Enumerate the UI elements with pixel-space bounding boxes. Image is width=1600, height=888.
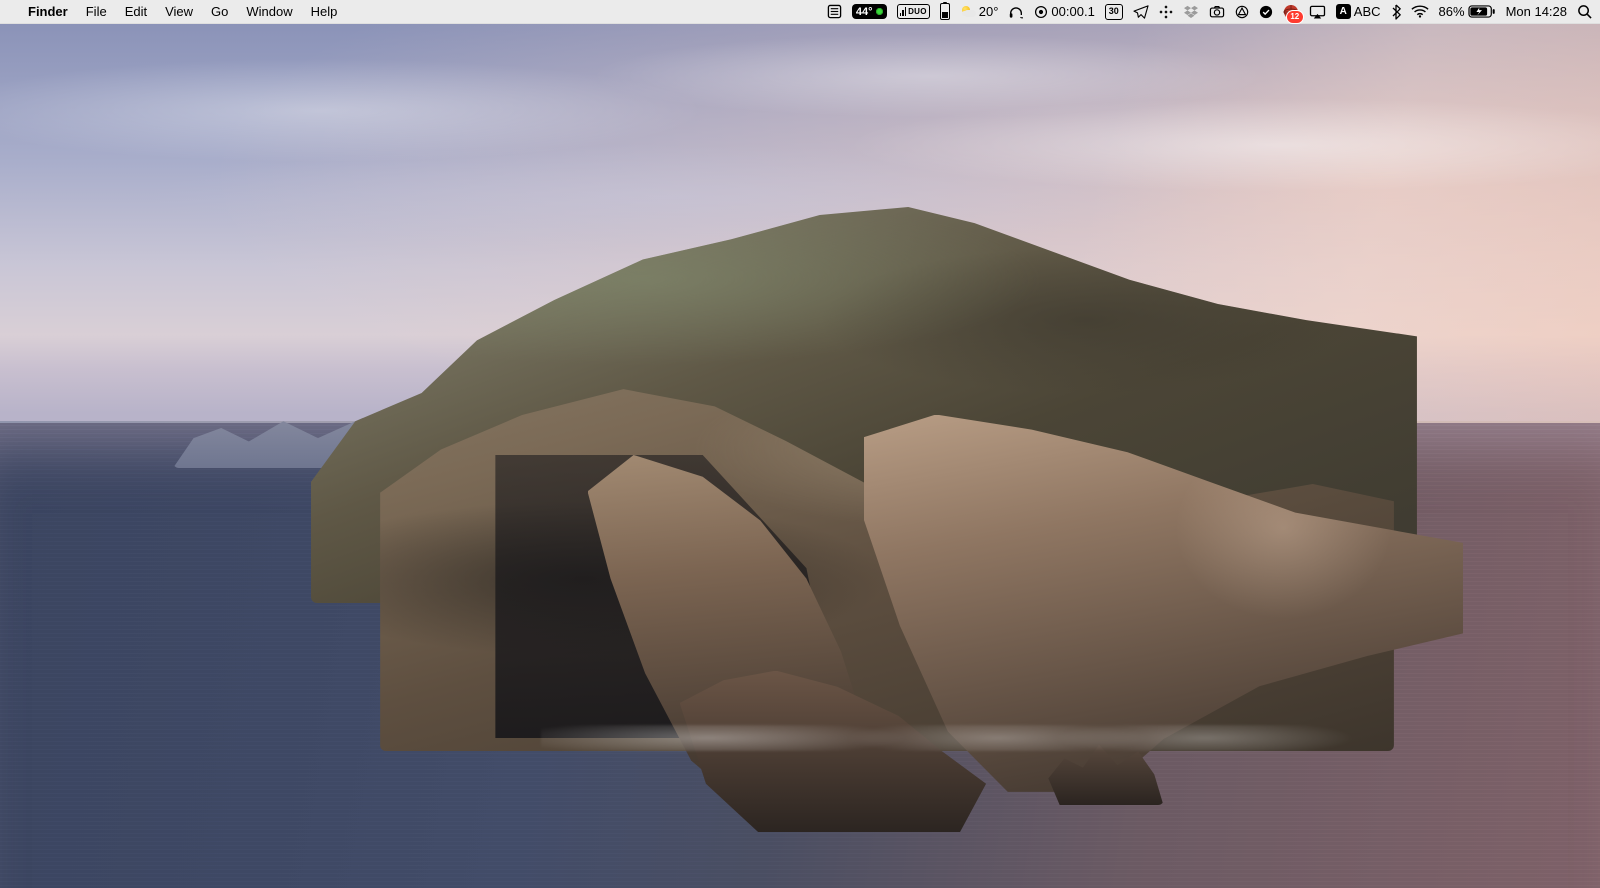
check-circle-icon xyxy=(1259,5,1273,19)
timer-value: 00:00.1 xyxy=(1051,0,1094,24)
menubar: Finder File Edit View Go Window Help 44°… xyxy=(0,0,1600,24)
calendar-menu[interactable]: 30 xyxy=(1105,4,1123,20)
menu-help[interactable]: Help xyxy=(302,0,347,24)
airplay-icon xyxy=(1309,5,1326,19)
phone-battery-menu[interactable] xyxy=(940,3,950,20)
bluetooth-icon xyxy=(1391,4,1401,20)
record-icon xyxy=(1034,5,1048,19)
notification-badge: 12 xyxy=(1287,11,1303,23)
headphones-icon xyxy=(1008,4,1024,19)
duo-label: DUO xyxy=(908,0,927,24)
cpu-temp-value: 44° xyxy=(856,0,873,24)
battery-charging-icon xyxy=(1468,5,1496,18)
dropbox-icon xyxy=(1183,5,1199,19)
sync-menu[interactable] xyxy=(1159,5,1173,19)
timer-menu[interactable]: 00:00.1 xyxy=(1034,0,1094,24)
screenshot-menu[interactable] xyxy=(1209,5,1225,19)
dropbox-menu[interactable] xyxy=(1183,5,1199,19)
circle-triangle-icon xyxy=(1235,5,1249,19)
stats-menu-icon[interactable] xyxy=(827,4,842,19)
input-source-menu[interactable]: A ABC xyxy=(1336,0,1381,24)
weather-icon xyxy=(960,4,976,20)
wallpaper-island xyxy=(288,145,1440,819)
diamond-grid-icon xyxy=(1159,5,1173,19)
desktop-wallpaper[interactable] xyxy=(0,24,1600,888)
battery-menu[interactable]: 86% xyxy=(1439,0,1496,24)
menu-go[interactable]: Go xyxy=(202,0,237,24)
menu-window[interactable]: Window xyxy=(237,0,301,24)
clock[interactable]: Mon 14:28 xyxy=(1506,0,1567,24)
camera-icon xyxy=(1209,5,1225,19)
menu-file[interactable]: File xyxy=(77,0,116,24)
menu-edit[interactable]: Edit xyxy=(116,0,156,24)
menubar-right: 44° DUO 20° 00:00.1 30 xyxy=(827,0,1592,24)
search-icon xyxy=(1577,4,1592,19)
spotlight-menu[interactable] xyxy=(1577,4,1592,19)
calendar-icon: 30 xyxy=(1105,4,1123,20)
battery-percent: 86% xyxy=(1439,0,1465,24)
bluetooth-menu[interactable] xyxy=(1391,4,1401,20)
sketch-menu[interactable] xyxy=(1235,5,1249,19)
airplay-menu[interactable] xyxy=(1309,5,1326,19)
input-source-label: ABC xyxy=(1354,0,1381,24)
temp-status-dot-icon xyxy=(876,8,883,15)
paper-plane-icon xyxy=(1133,5,1149,19)
telegram-menu[interactable] xyxy=(1133,5,1149,19)
phone-battery-icon xyxy=(940,3,950,20)
headphones-menu[interactable] xyxy=(1008,4,1024,19)
app-menu[interactable]: Finder xyxy=(22,0,77,24)
weather-temp: 20° xyxy=(979,0,999,24)
island-foam xyxy=(541,725,1370,752)
menubar-left: Finder File Edit View Go Window Help xyxy=(6,0,346,24)
notifications-menu[interactable]: 12 xyxy=(1283,4,1299,20)
weather-menu[interactable]: 20° xyxy=(960,0,999,24)
wifi-icon xyxy=(1411,5,1429,18)
duo-bars-icon xyxy=(900,7,907,16)
menu-view[interactable]: View xyxy=(156,0,202,24)
calendar-day: 30 xyxy=(1109,7,1119,16)
todo-menu[interactable] xyxy=(1259,5,1273,19)
duo-menu[interactable]: DUO xyxy=(897,4,930,19)
input-mode-icon: A xyxy=(1336,4,1351,19)
wifi-menu[interactable] xyxy=(1411,5,1429,18)
cpu-temp-menu[interactable]: 44° xyxy=(852,4,887,19)
